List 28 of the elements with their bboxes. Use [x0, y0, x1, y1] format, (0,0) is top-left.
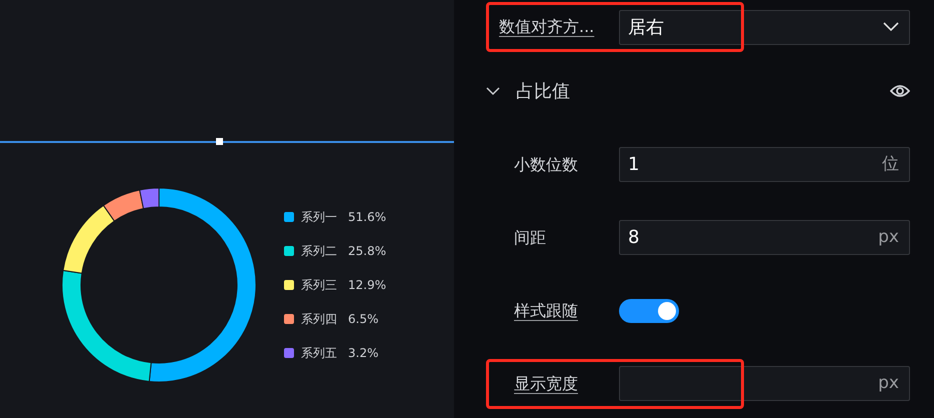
chevron-down-icon[interactable]	[486, 86, 500, 96]
unit-label: px	[878, 226, 899, 249]
legend-value: 25.8%	[348, 243, 386, 260]
unit-label: px	[878, 372, 899, 395]
eye-icon[interactable]	[890, 84, 910, 98]
input-field[interactable]: 1 位	[619, 147, 910, 182]
select-field[interactable]: 居右	[619, 10, 910, 44]
field-label: 显示宽度	[514, 372, 579, 394]
legend-label[interactable]: 系列二	[301, 242, 337, 260]
legend-label[interactable]: 系列四	[301, 310, 337, 328]
field-label: 样式跟随	[514, 300, 579, 322]
field-label: 间距	[514, 226, 547, 248]
legend-value: 3.2%	[348, 345, 378, 362]
input-field[interactable]: px	[619, 366, 910, 401]
section-title[interactable]: 占比值	[516, 78, 890, 104]
field-label: 小数位数	[514, 154, 579, 176]
legend-value: 6.5%	[348, 311, 378, 328]
toggle-switch[interactable]	[619, 298, 679, 322]
legend-label[interactable]: 系列一	[301, 208, 337, 226]
legend-value: 51.6%	[348, 209, 386, 226]
legend-label[interactable]: 系列三	[301, 276, 337, 294]
chevron-down-icon	[883, 22, 899, 32]
legend-value: 12.9%	[348, 277, 386, 294]
input-field[interactable]: 8 px	[619, 220, 910, 255]
field-label: 数值对齐方...	[499, 16, 596, 38]
unit-label: 位	[882, 152, 899, 176]
resize-handle[interactable]	[216, 138, 223, 145]
legend-label[interactable]: 系列五	[301, 344, 337, 362]
